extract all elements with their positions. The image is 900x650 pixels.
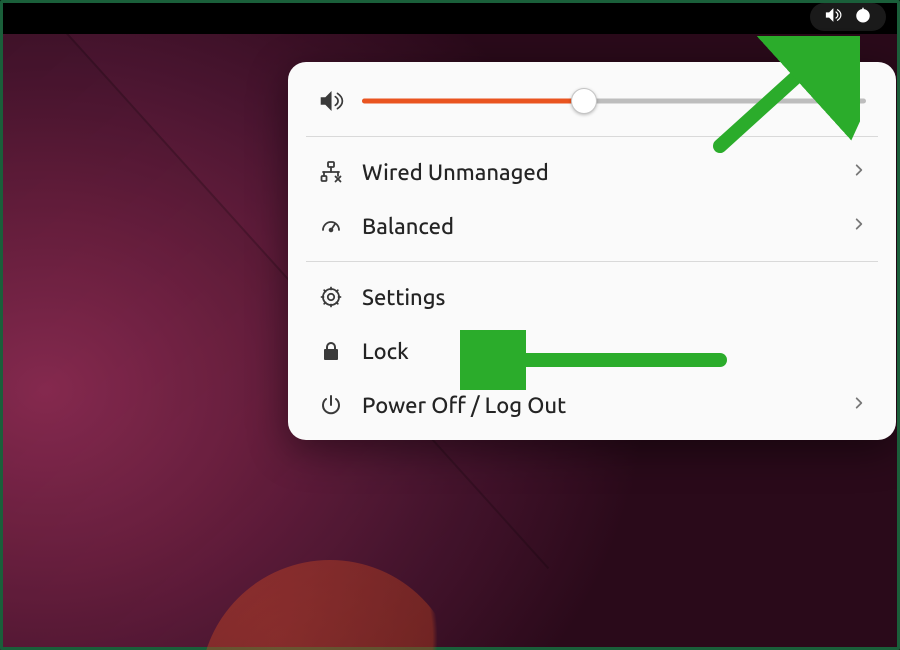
- menu-divider: [306, 261, 878, 262]
- desktop-wallpaper: Wired Unmanaged Balanced: [0, 0, 900, 650]
- volume-icon: [824, 6, 842, 28]
- menu-item-label: Lock: [362, 339, 866, 364]
- system-status-area[interactable]: [810, 3, 886, 31]
- gear-icon: [318, 284, 344, 310]
- power-mode-menu-item[interactable]: Balanced: [288, 199, 896, 253]
- menu-item-label: Balanced: [362, 214, 834, 239]
- chevron-right-icon: [852, 396, 866, 414]
- popover-caret: [826, 50, 852, 63]
- menu-divider: [306, 136, 878, 137]
- wired-network-disconnected-icon: [318, 159, 344, 185]
- chevron-right-icon: [852, 217, 866, 235]
- chevron-right-icon: [852, 163, 866, 181]
- menu-item-label: Power Off / Log Out: [362, 393, 834, 418]
- menu-section-status: Wired Unmanaged Balanced: [288, 141, 896, 257]
- system-menu-popover: Wired Unmanaged Balanced: [288, 62, 896, 440]
- slider-fill: [362, 99, 584, 104]
- menu-item-label: Settings: [362, 285, 866, 310]
- power-icon: [854, 6, 872, 28]
- volume-row: [288, 78, 896, 132]
- power-icon: [318, 392, 344, 418]
- top-bar: [0, 0, 900, 34]
- settings-menu-item[interactable]: Settings: [288, 270, 896, 324]
- menu-section-actions: Settings Lock Power Off / Log Out: [288, 266, 896, 436]
- lock-icon: [318, 338, 344, 364]
- lock-menu-item[interactable]: Lock: [288, 324, 896, 378]
- menu-item-label: Wired Unmanaged: [362, 160, 834, 185]
- slider-thumb[interactable]: [571, 88, 597, 114]
- network-menu-item[interactable]: Wired Unmanaged: [288, 145, 896, 199]
- power-off-menu-item[interactable]: Power Off / Log Out: [288, 378, 896, 432]
- speedometer-icon: [318, 213, 344, 239]
- volume-icon: [318, 88, 344, 114]
- volume-slider[interactable]: [362, 89, 866, 113]
